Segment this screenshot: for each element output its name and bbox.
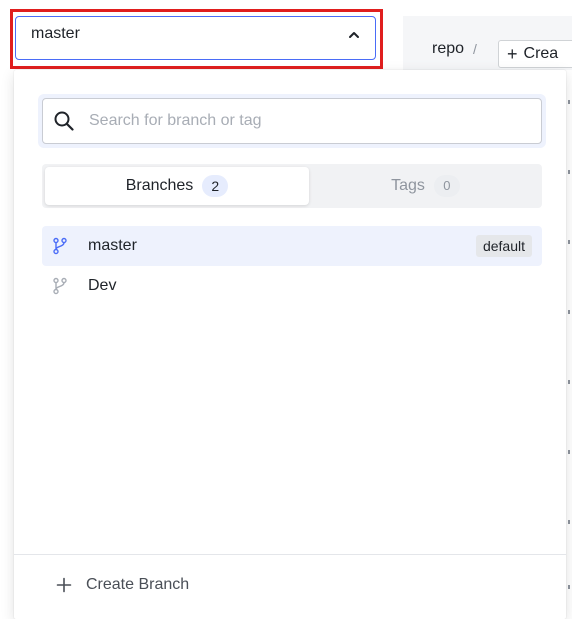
search-icon: [54, 111, 74, 131]
branch-name: Dev: [88, 277, 117, 294]
breadcrumb: repo /: [432, 40, 487, 58]
tab-tags-label: Tags: [391, 177, 425, 194]
branch-list: master default Dev: [42, 226, 542, 306]
branch-item-dev[interactable]: Dev: [42, 266, 542, 306]
create-branch-label: Create Branch: [86, 576, 190, 593]
ref-tabs: Branches 2 Tags 0: [42, 164, 542, 208]
search-box[interactable]: [42, 98, 542, 144]
selector-value: master: [31, 25, 80, 42]
page: repo / + Crea master Search for branch o…: [0, 0, 572, 619]
breadcrumb-repo[interactable]: repo: [432, 40, 464, 58]
scroll-edge: [566, 70, 572, 619]
footer-divider: [14, 554, 566, 555]
branch-name: master: [88, 237, 137, 254]
tab-tags[interactable]: Tags 0: [312, 167, 539, 205]
tags-count-badge: 0: [433, 175, 460, 197]
tab-branches[interactable]: Branches 2: [45, 167, 309, 205]
tab-branches-label: Branches: [125, 177, 194, 194]
git-branch-icon: [53, 237, 67, 255]
breadcrumb-separator: /: [473, 41, 477, 57]
default-badge: default: [475, 235, 532, 257]
search-wrapper: [38, 94, 546, 148]
plus-icon: +: [507, 43, 518, 64]
branches-count-badge: 2: [202, 175, 229, 197]
branch-dropdown: Branches 2 Tags 0 master default: [14, 70, 566, 619]
branch-selector[interactable]: master: [15, 16, 376, 60]
search-input[interactable]: [87, 111, 541, 131]
chevron-up-icon: [349, 32, 359, 38]
branch-item-master[interactable]: master default: [42, 226, 542, 266]
create-branch-button[interactable]: Create Branch: [56, 576, 189, 594]
plus-icon: [56, 577, 72, 593]
git-branch-icon: [53, 277, 67, 295]
create-button-label: Crea: [523, 45, 559, 62]
create-button[interactable]: + Crea: [498, 40, 572, 68]
